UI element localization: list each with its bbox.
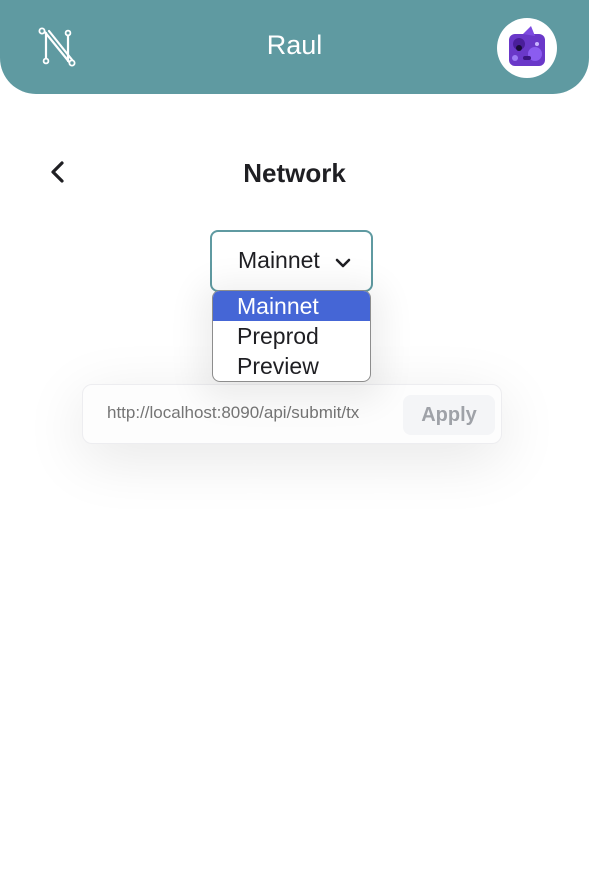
network-option-preview[interactable]: Preview xyxy=(213,351,370,381)
chevron-down-icon xyxy=(335,256,351,274)
network-select[interactable]: Mainnet xyxy=(210,230,373,292)
network-option-preprod[interactable]: Preprod xyxy=(213,321,370,351)
avatar[interactable] xyxy=(497,18,557,78)
page-title: Network xyxy=(243,158,346,188)
network-dropdown: Mainnet Preprod Preview xyxy=(212,290,371,382)
network-select-value: Mainnet xyxy=(238,247,320,273)
submit-url-bar: Apply xyxy=(82,384,502,444)
apply-button[interactable]: Apply xyxy=(403,395,495,435)
network-option-mainnet[interactable]: Mainnet xyxy=(213,291,370,321)
avatar-icon xyxy=(509,26,545,66)
submit-url-input[interactable] xyxy=(107,403,397,423)
header: Raul xyxy=(0,0,589,94)
